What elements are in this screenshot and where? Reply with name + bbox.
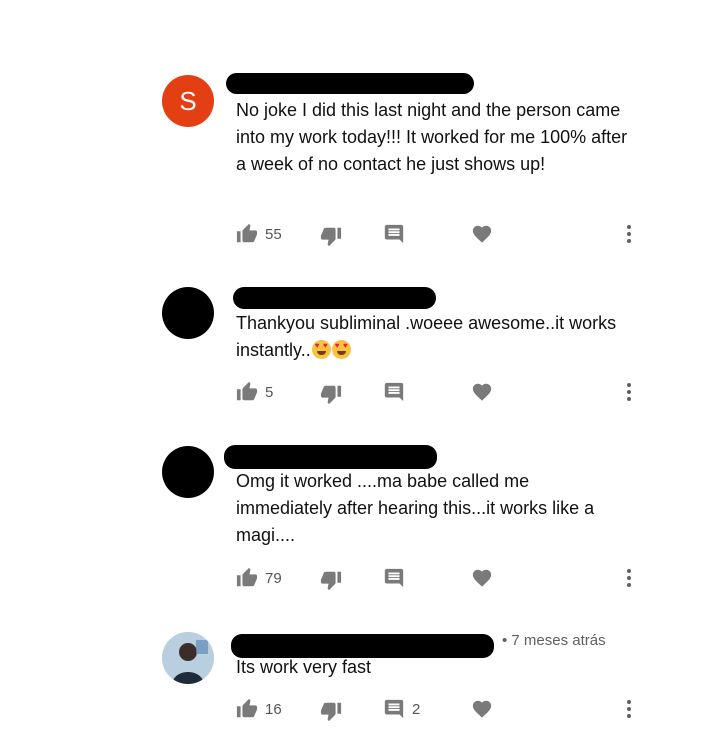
comment-icon (384, 568, 404, 588)
comment-icon (384, 382, 404, 402)
like-button[interactable]: 55 (236, 222, 282, 246)
like-count: 79 (265, 569, 282, 587)
like-button[interactable]: 5 (236, 380, 273, 404)
redacted-username (226, 73, 474, 94)
thumbs-up-icon (236, 381, 258, 401)
dislike-button[interactable] (320, 568, 342, 592)
reply-button[interactable]: 2 (383, 697, 420, 721)
thumbs-down-icon (320, 702, 342, 722)
dislike-button[interactable] (320, 224, 342, 248)
avatar[interactable]: S (162, 75, 214, 127)
reply-button[interactable] (383, 222, 412, 246)
heart-button[interactable] (471, 697, 493, 721)
redacted-username (233, 287, 436, 309)
comment-actions: 55 (236, 222, 640, 248)
thumbs-down-icon (320, 571, 342, 591)
heart-icon (472, 700, 492, 718)
comment-icon (384, 699, 404, 719)
comment-text: Thankyou subliminal .woeee awesome..it w… (236, 310, 636, 364)
comment-icon (384, 224, 404, 244)
redacted-username (224, 445, 437, 469)
comment-text: Omg it worked ....ma babe called me imme… (236, 471, 595, 545)
comment-actions: 5 (236, 380, 640, 406)
heart-button[interactable] (471, 380, 493, 404)
thumbs-up-icon (236, 567, 258, 587)
avatar-letter: S (179, 85, 197, 116)
thumbs-up-icon (236, 223, 258, 243)
heart-icon (472, 569, 492, 587)
more-options-button[interactable] (622, 697, 636, 721)
like-button[interactable]: 79 (236, 566, 282, 590)
heart-button[interactable] (471, 222, 493, 246)
avatar[interactable] (162, 446, 214, 498)
comment-actions: 16 2 (236, 697, 640, 723)
comment-actions: 79 (236, 566, 640, 592)
reply-button[interactable] (383, 566, 412, 590)
like-count: 55 (265, 225, 282, 243)
more-options-button[interactable] (622, 566, 636, 590)
heart-icon (472, 383, 492, 401)
comment-text: No joke I did this last night and the pe… (236, 100, 628, 174)
dislike-button[interactable] (320, 382, 342, 406)
profile-photo (162, 632, 214, 684)
more-options-button[interactable] (622, 222, 636, 246)
heart-eyes-emoji-icon (311, 340, 331, 359)
reply-count: 2 (412, 700, 421, 718)
dislike-button[interactable] (320, 699, 342, 723)
comment-text-content: Thankyou subliminal .woeee awesome..it w… (236, 313, 617, 360)
like-count: 5 (265, 383, 274, 401)
avatar[interactable] (162, 287, 214, 339)
heart-icon (472, 225, 492, 243)
like-button[interactable]: 16 (236, 697, 282, 721)
comment-text: Its work very fast (236, 657, 372, 677)
thumbs-down-icon (320, 385, 342, 405)
heart-button[interactable] (471, 566, 493, 590)
comment-timestamp: • 7 meses atrás (502, 632, 606, 649)
thumbs-down-icon (320, 227, 342, 247)
thumbs-up-icon (236, 698, 258, 718)
heart-eyes-emoji-icon (331, 340, 351, 359)
reply-button[interactable] (383, 380, 412, 404)
avatar[interactable] (162, 632, 214, 684)
like-count: 16 (265, 700, 282, 718)
more-options-button[interactable] (622, 380, 636, 404)
